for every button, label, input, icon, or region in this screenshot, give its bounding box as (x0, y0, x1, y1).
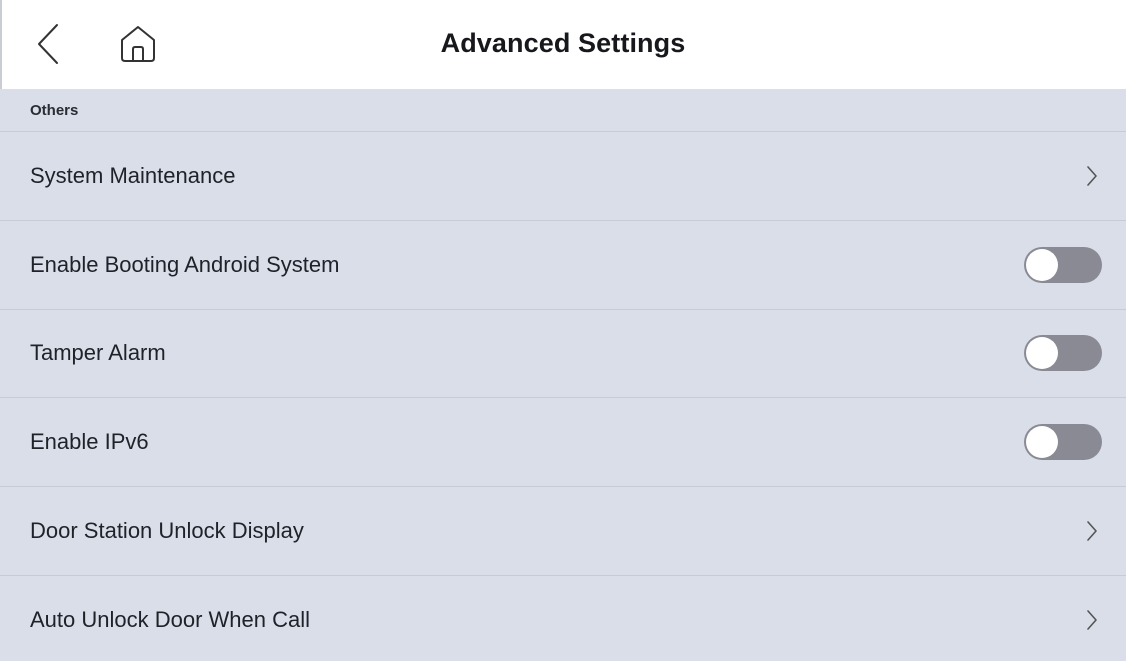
row-label: Enable IPv6 (30, 429, 149, 455)
tamper-alarm-toggle[interactable] (1024, 335, 1102, 372)
row-enable-booting-android[interactable]: Enable Booting Android System (0, 221, 1126, 310)
page-title: Advanced Settings (440, 28, 686, 58)
row-auto-unlock-door[interactable]: Auto Unlock Door When Call (0, 576, 1126, 665)
chevron-right-icon (1082, 164, 1102, 188)
chevron-right-icon (1082, 519, 1102, 543)
toggle-knob (1026, 337, 1058, 370)
toggle-knob (1026, 248, 1058, 281)
row-label: System Maintenance (30, 162, 236, 188)
row-enable-ipv6[interactable]: Enable IPv6 (0, 398, 1126, 488)
row-label: Enable Booting Android System (30, 251, 340, 277)
row-tamper-alarm[interactable]: Tamper Alarm (0, 310, 1126, 399)
toggle-knob (1026, 426, 1058, 459)
top-bar: Advanced Settings (0, 0, 1126, 89)
settings-list: Others System Maintenance Enable Booting… (0, 89, 1126, 661)
chevron-right-icon (1082, 608, 1102, 632)
row-system-maintenance[interactable]: System Maintenance (0, 132, 1126, 221)
row-label: Door Station Unlock Display (30, 518, 304, 544)
section-header-others: Others (0, 89, 1126, 132)
ipv6-toggle[interactable] (1024, 424, 1102, 461)
row-label: Tamper Alarm (30, 340, 166, 366)
row-label: Auto Unlock Door When Call (30, 607, 311, 633)
android-boot-toggle[interactable] (1024, 246, 1102, 283)
row-door-station-unlock-display[interactable]: Door Station Unlock Display (0, 487, 1126, 576)
